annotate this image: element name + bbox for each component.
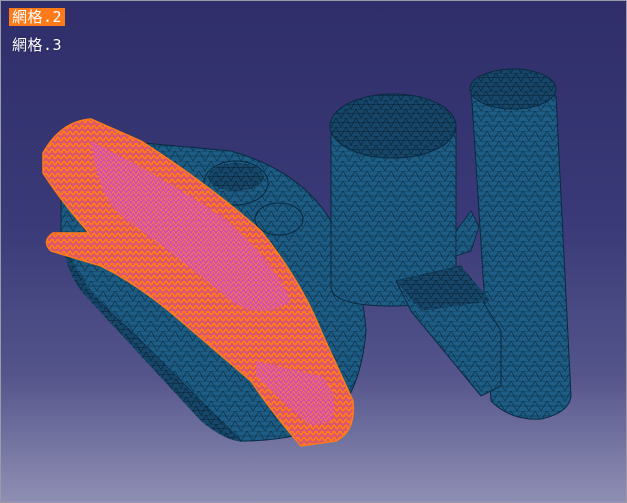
mesh-scene[interactable] [1,1,626,502]
tree-node-mesh-2[interactable]: 網格.2 [9,8,66,26]
3d-viewport[interactable]: 網格.2 網格.3 [0,0,627,503]
tree-node-mesh-3[interactable]: 網格.3 [9,36,65,54]
